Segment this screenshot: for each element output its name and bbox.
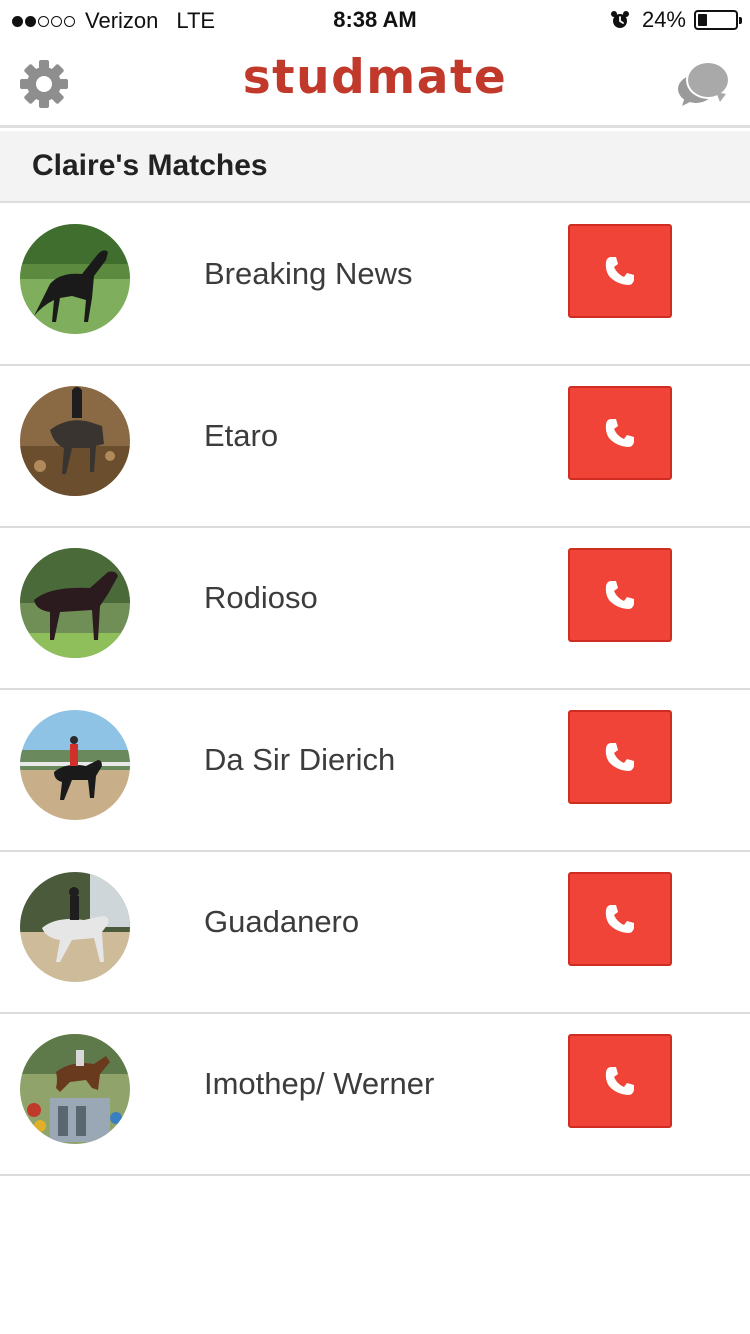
battery-icon: [694, 10, 742, 30]
phone-icon: [605, 419, 634, 447]
match-name: Guadanero: [204, 904, 360, 939]
horse-avatar[interactable]: [20, 224, 130, 334]
horse-avatar[interactable]: [20, 1034, 130, 1144]
horse-avatar[interactable]: [20, 710, 130, 820]
matches-section-header: Claire's Matches: [0, 131, 750, 203]
call-button[interactable]: [568, 548, 672, 642]
match-row[interactable]: Etaro: [0, 366, 750, 528]
call-button[interactable]: [568, 386, 672, 480]
alarm-clock-icon: [610, 10, 630, 30]
horse-avatar[interactable]: [20, 386, 130, 496]
chat-bubbles-icon[interactable]: [676, 56, 732, 112]
phone-icon: [605, 743, 634, 771]
match-row[interactable]: Da Sir Dierich: [0, 690, 750, 852]
match-name: Etaro: [204, 418, 279, 453]
call-button[interactable]: [568, 1034, 672, 1128]
match-row[interactable]: Imothep/ Werner: [0, 1014, 750, 1176]
match-row[interactable]: Guadanero: [0, 852, 750, 1014]
phone-icon: [605, 581, 634, 609]
app-logo: studmate: [242, 50, 508, 105]
match-name: Rodioso: [204, 580, 318, 615]
matches-list: Breaking News Etaro Rodioso Da Sir Dieri…: [0, 204, 750, 1176]
match-name: Breaking News: [204, 256, 413, 291]
match-row[interactable]: Breaking News: [0, 204, 750, 366]
horse-avatar[interactable]: [20, 872, 130, 982]
navigation-bar: studmate: [0, 40, 750, 128]
phone-icon: [605, 257, 634, 285]
call-button[interactable]: [568, 872, 672, 966]
battery-percent: 24%: [641, 7, 686, 32]
phone-icon: [605, 905, 634, 933]
section-title: Claire's Matches: [32, 149, 268, 182]
match-name: Imothep/ Werner: [204, 1066, 435, 1101]
match-name: Da Sir Dierich: [204, 742, 396, 777]
horse-avatar[interactable]: [20, 548, 130, 658]
match-row[interactable]: Rodioso: [0, 528, 750, 690]
status-right: 24%: [610, 7, 742, 33]
status-bar: Verizon LTE 8:38 AM 24%: [0, 0, 750, 40]
call-button[interactable]: [568, 224, 672, 318]
phone-icon: [605, 1067, 634, 1095]
battery-level: [698, 14, 707, 26]
call-button[interactable]: [568, 710, 672, 804]
